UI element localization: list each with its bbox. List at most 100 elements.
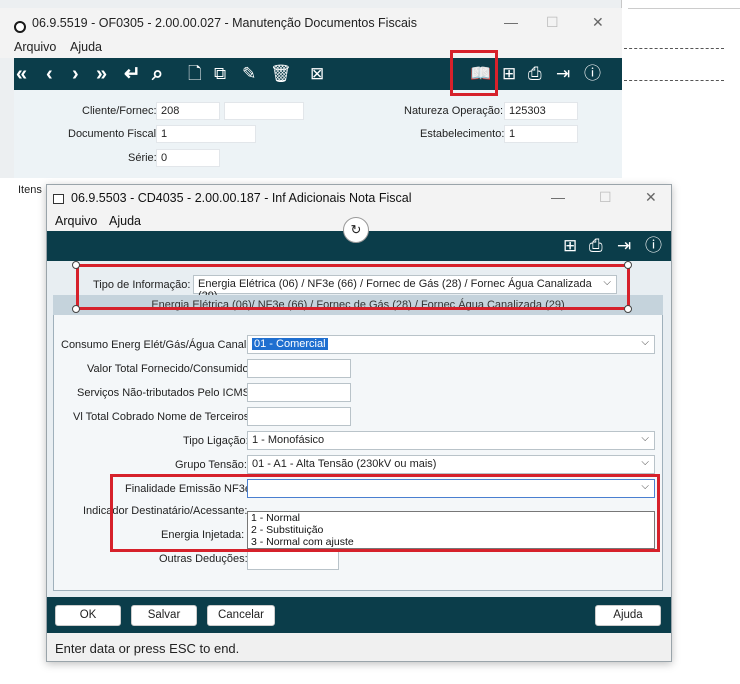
main-menubar: Arquivo Ajuda: [0, 38, 622, 58]
exit-icon[interactable]: ⇥: [617, 236, 631, 256]
return-icon[interactable]: ↵: [124, 63, 141, 85]
tipo-info-label: Tipo de Informação:: [93, 279, 191, 291]
help-icon[interactable]: ⓘ: [645, 236, 662, 256]
resize-handle: [624, 261, 632, 269]
menu-arquivo[interactable]: Arquivo: [55, 214, 97, 228]
vl-total-field[interactable]: [247, 407, 351, 426]
next-icon[interactable]: ›: [72, 63, 79, 85]
dropdown-option-normal-ajuste[interactable]: 3 - Normal com ajuste: [248, 536, 654, 548]
menu-arquivo[interactable]: Arquivo: [14, 40, 56, 54]
menu-ajuda[interactable]: Ajuda: [70, 40, 102, 54]
close-button[interactable]: ✕: [645, 189, 657, 206]
estabelecimento-field[interactable]: 1: [504, 125, 578, 143]
tipo-ligacao-select[interactable]: 1 - Monofásico ⌵: [247, 431, 655, 450]
copy-icon[interactable]: ⧉: [214, 64, 226, 84]
exit-icon[interactable]: ⇥: [556, 64, 570, 84]
valor-total-field[interactable]: [247, 359, 351, 378]
cancel-icon[interactable]: ⊠: [310, 64, 324, 84]
natureza-label: Natureza Operação:: [404, 105, 504, 117]
finalidade-label: Finalidade Emissão NF3e:: [125, 483, 255, 495]
natureza-field[interactable]: 125303: [504, 102, 578, 120]
tipo-info-select[interactable]: Energia Elétrica (06) / NF3e (66) / Forn…: [193, 275, 617, 302]
consumo-label: Consumo Energ Elét/Gás/Água Canaliz:: [61, 339, 258, 351]
finalidade-select[interactable]: ⌵: [247, 479, 655, 498]
delete-icon[interactable]: 🗑: [270, 64, 292, 84]
first-icon[interactable]: «: [16, 63, 27, 85]
servicos-field[interactable]: [247, 383, 351, 402]
documento-field[interactable]: 1: [156, 125, 256, 143]
dialog-title: 06.9.5503 - CD4035 - 2.00.00.187 - Inf A…: [71, 191, 412, 205]
minimize-button[interactable]: —: [504, 14, 518, 30]
salvar-button[interactable]: Salvar: [131, 605, 197, 626]
consumo-value: 01 - Comercial: [252, 338, 328, 350]
finalidade-dropdown-list[interactable]: 1 - Normal 2 - Substituição 3 - Normal c…: [247, 511, 655, 549]
dialog-titlebar: 06.9.5503 - CD4035 - 2.00.00.187 - Inf A…: [47, 185, 671, 211]
energia-injetada-label: Energia Injetada:: [161, 529, 245, 541]
resize-handle: [72, 261, 80, 269]
dialog-window: 06.9.5503 - CD4035 - 2.00.00.187 - Inf A…: [46, 184, 672, 662]
estabelecimento-label: Estabelecimento:: [420, 128, 505, 140]
chevron-down-icon: ⌵: [641, 457, 649, 468]
busy-cursor-icon: ↻: [343, 217, 369, 243]
cliente-name-field[interactable]: [224, 102, 304, 120]
indicador-label: Indicador Destinatário/Acessante:: [83, 505, 248, 517]
servicos-label: Serviços Não-tributados Pelo ICMS:: [77, 387, 254, 399]
resize-handle: [624, 305, 632, 313]
tipo-ligacao-value: 1 - Monofásico: [252, 434, 325, 446]
maximize-button[interactable]: ☐: [546, 14, 559, 31]
tree-icon[interactable]: ⊞: [563, 236, 577, 256]
chevron-down-icon: ⌵: [641, 481, 649, 492]
outras-deducoes-label: Outras Deduções:: [159, 553, 248, 565]
dropdown-option-substituicao[interactable]: 2 - Substituição: [248, 524, 654, 536]
background-divider: [628, 8, 740, 9]
print-icon[interactable]: ⎙: [589, 236, 603, 256]
grupo-tensao-label: Grupo Tensão:: [175, 459, 247, 471]
close-button[interactable]: ✕: [592, 14, 604, 31]
consumo-select[interactable]: 01 - Comercial ⌵: [247, 335, 655, 354]
cancelar-button[interactable]: Cancelar: [207, 605, 275, 626]
dashed-line: [624, 80, 724, 81]
vl-total-label: Vl Total Cobrado Nome de Terceiros:: [73, 411, 253, 423]
tab-itens[interactable]: Itens: [18, 184, 42, 196]
app-icon: [53, 194, 64, 204]
minimize-button[interactable]: —: [551, 189, 565, 205]
status-bar: Enter data or press ESC to end.: [47, 637, 671, 661]
dialog-body: Tipo de Informação: Energia Elétrica (06…: [47, 261, 671, 597]
ajuda-button[interactable]: Ajuda: [595, 605, 661, 626]
serie-field[interactable]: 0: [156, 149, 220, 167]
prev-icon[interactable]: ‹: [46, 63, 53, 85]
status-text: Enter data or press ESC to end.: [55, 641, 240, 656]
dropdown-option-normal[interactable]: 1 - Normal: [248, 512, 654, 524]
edit-icon[interactable]: ✎: [242, 64, 256, 84]
new-doc-icon[interactable]: 🗋: [188, 64, 202, 84]
help-icon[interactable]: ⓘ: [584, 64, 601, 84]
print-icon[interactable]: ⎙: [528, 64, 542, 84]
valor-total-label: Valor Total Fornecido/Consumido:: [87, 363, 252, 375]
main-window-title: 06.9.5519 - OF0305 - 2.00.00.027 - Manut…: [32, 16, 417, 30]
cliente-label: Cliente/Fornec:: [82, 105, 157, 117]
ok-button[interactable]: OK: [55, 605, 121, 626]
app-icon: [14, 21, 26, 33]
tree-icon[interactable]: ⊞: [502, 64, 516, 84]
outras-deducoes-field[interactable]: [247, 551, 339, 570]
menu-ajuda[interactable]: Ajuda: [109, 214, 141, 228]
main-toolbar: « ‹ › » ↵ ⌕ 🗋 ⧉ ✎ 🗑 ⊠ 📖 ⊞ ⎙ ⇥ ⓘ: [14, 58, 622, 90]
chevron-down-icon: ⌵: [603, 277, 611, 288]
cliente-field[interactable]: 208: [156, 102, 220, 120]
main-window-titlebar: 06.9.5519 - OF0305 - 2.00.00.027 - Manut…: [0, 8, 622, 38]
grupo-tensao-select[interactable]: 01 - A1 - Alta Tensão (230kV ou mais) ⌵: [247, 455, 655, 474]
main-form: Cliente/Fornec: 208 Documento Fiscal: 1 …: [14, 90, 622, 178]
last-icon[interactable]: »: [96, 63, 107, 85]
dashed-line: [624, 48, 724, 49]
serie-label: Série:: [128, 152, 157, 164]
book-icon[interactable]: 📖: [470, 64, 491, 84]
documento-label: Documento Fiscal:: [68, 128, 160, 140]
main-window: 06.9.5519 - OF0305 - 2.00.00.027 - Manut…: [0, 0, 622, 178]
maximize-button[interactable]: ☐: [599, 189, 612, 206]
search-icon[interactable]: ⌕: [152, 63, 163, 85]
grupo-tensao-value: 01 - A1 - Alta Tensão (230kV ou mais): [252, 458, 437, 470]
tipo-ligacao-label: Tipo Ligação:: [183, 435, 249, 447]
chevron-down-icon: ⌵: [641, 433, 649, 444]
group-title: Energia Elétrica (06)/ NF3e (66) / Forne…: [53, 295, 663, 315]
resize-handle: [72, 305, 80, 313]
